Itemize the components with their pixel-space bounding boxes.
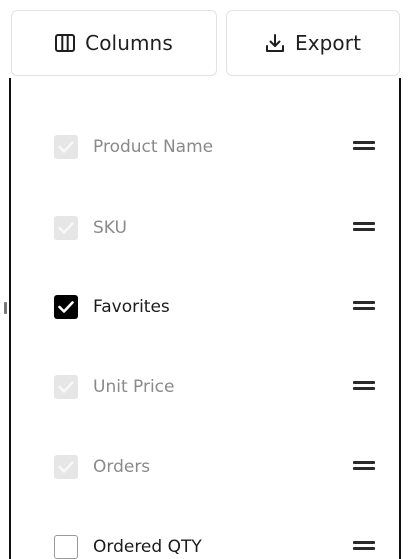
columns-button[interactable]: Columns: [11, 10, 217, 76]
download-icon: [265, 33, 285, 53]
check-icon: [58, 222, 74, 234]
check-icon: [58, 461, 74, 473]
columns-button-label: Columns: [85, 31, 173, 55]
column-checkbox[interactable]: [54, 135, 78, 159]
export-button[interactable]: Export: [226, 10, 400, 76]
drag-handle-icon[interactable]: [353, 141, 375, 151]
column-row-sku[interactable]: SKU: [54, 214, 384, 242]
columns-icon: [55, 34, 76, 52]
column-label: SKU: [93, 218, 127, 238]
export-button-label: Export: [294, 31, 362, 55]
drag-handle-icon[interactable]: [353, 541, 375, 551]
column-checkbox[interactable]: [54, 455, 78, 479]
column-checkbox[interactable]: [54, 535, 78, 559]
column-row-unit-price[interactable]: Unit Price: [54, 373, 384, 401]
column-row-product-name[interactable]: Product Name: [54, 133, 384, 161]
columns-panel-stage: Columns Export Product Name SKU Favorite…: [0, 0, 411, 559]
drag-handle-icon[interactable]: [353, 461, 375, 471]
check-icon: [58, 301, 74, 313]
column-checkbox[interactable]: [54, 295, 78, 319]
drag-handle-icon[interactable]: [353, 222, 375, 232]
check-icon: [58, 381, 74, 393]
column-label: Ordered QTY: [93, 537, 202, 557]
column-label: Favorites: [93, 297, 170, 317]
check-icon: [58, 141, 74, 153]
column-row-orders[interactable]: Orders: [54, 453, 384, 481]
column-checkbox[interactable]: [54, 375, 78, 399]
panel-right-border: [399, 78, 401, 559]
column-label: Unit Price: [93, 377, 175, 397]
panel-edge-marker: [4, 302, 7, 314]
column-label: Orders: [93, 457, 151, 477]
panel-left-border: [9, 78, 11, 559]
column-row-ordered-qty[interactable]: Ordered QTY: [54, 533, 384, 559]
column-checkbox[interactable]: [54, 216, 78, 240]
drag-handle-icon[interactable]: [353, 301, 375, 311]
drag-handle-icon[interactable]: [353, 381, 375, 391]
column-label: Product Name: [93, 137, 214, 157]
column-row-favorites[interactable]: Favorites: [54, 293, 384, 321]
